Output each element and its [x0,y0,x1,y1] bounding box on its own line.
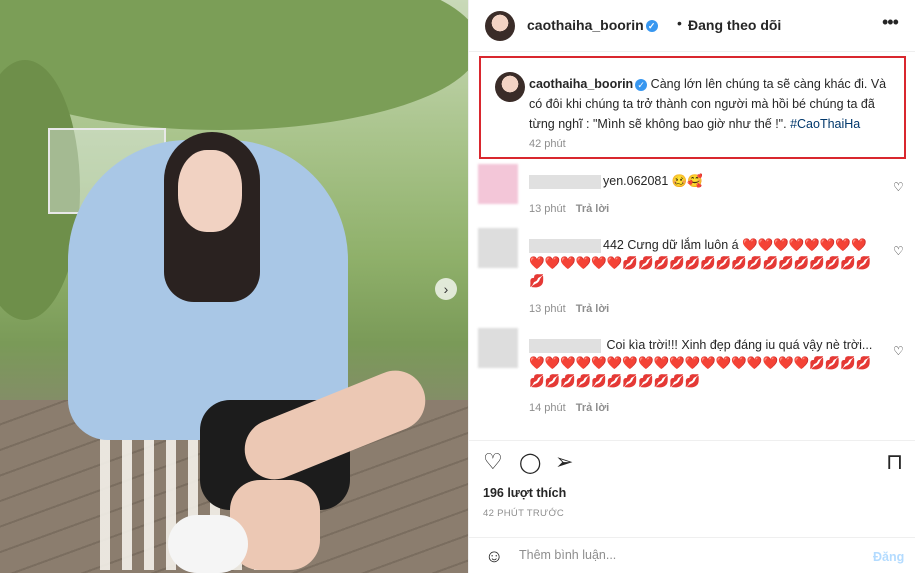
commenter-avatar[interactable] [478,228,518,268]
comment-meta: 14 phút Trả lời [529,402,609,414]
posted-time: 42 PHÚT TRƯỚC [483,508,565,519]
caption-avatar[interactable] [495,72,525,102]
following-button[interactable]: Đang theo dõi [688,17,781,33]
caption-username[interactable]: caothaiha_boorin [529,77,633,91]
comment-text: Coi kìa trời!!! Xinh đẹp đáng iu quá vậy… [529,336,879,390]
reply-button[interactable]: Trả lời [576,303,610,315]
post-side-panel: caothaiha_boorin ✓ • Đang theo dõi ••• ca… [468,0,915,573]
caption-highlight: caothaiha_boorin ✓ Càng lớn lên chúng ta … [479,56,906,159]
post-comment-button[interactable]: Đăng [873,550,904,564]
like-comment-heart-icon[interactable]: ♡ [893,244,904,258]
author-username[interactable]: caothaiha_boorin ✓ [527,17,658,33]
tree-foliage [0,0,468,130]
comment-time: 14 phút [529,402,566,414]
commenter-avatar[interactable] [478,164,518,204]
white-shoe [168,515,248,573]
like-count[interactable]: 196 lượt thích [483,486,566,500]
commenter-username[interactable]: yen.062081 [603,174,668,188]
comment-time: 13 phút [529,303,566,315]
comment-bubble-icon[interactable]: ◯ [519,450,541,475]
emoji-smiley-icon[interactable]: ☺ [485,546,503,567]
reply-button[interactable]: Trả lời [576,203,610,215]
comment-time: 13 phút [529,203,566,215]
post-header: caothaiha_boorin ✓ • Đang theo dõi ••• [469,0,915,52]
author-avatar[interactable] [485,11,515,41]
like-heart-icon[interactable]: ♡ [483,449,503,475]
separator-dot: • [677,15,682,31]
comment-meta: 13 phút Trả lời [529,203,609,215]
add-comment-bar: ☺ Đăng [469,537,915,573]
comment-text: yen.062081 🥴🥰 [529,172,879,190]
comment-text: 442 Cưng dữ lắm luôn á ❤️❤️❤️❤️❤️❤️❤️❤️❤… [529,236,879,290]
comment-input[interactable] [519,548,819,562]
comment-meta: 13 phút Trả lời [529,303,609,315]
caption-time: 42 phút [529,138,566,150]
more-options-icon[interactable]: ••• [882,12,899,33]
verified-badge-icon: ✓ [645,20,658,33]
next-photo-chevron-icon[interactable]: › [435,278,457,300]
post-photo: › [0,0,468,573]
save-bookmark-icon[interactable]: ⊓ [886,449,903,475]
post-actions-bar: ♡ ◯ ➢ ⊓ [469,440,915,480]
commenter-username-blurred[interactable] [529,338,601,353]
commenter-username-blurred[interactable] [529,174,601,189]
like-comment-heart-icon[interactable]: ♡ [893,180,904,194]
hashtag-link[interactable]: #CaoThaiHa [790,117,860,131]
reply-button[interactable]: Trả lời [576,402,610,414]
share-paper-plane-icon[interactable]: ➢ [555,449,573,475]
commenter-avatar[interactable] [478,328,518,368]
commenter-username-blurred[interactable] [529,238,601,253]
like-comment-heart-icon[interactable]: ♡ [893,344,904,358]
face [178,150,242,232]
verified-badge-icon: ✓ [635,78,648,91]
comment-body: 🥴🥰 [671,174,703,188]
caption-text: caothaiha_boorin ✓ Càng lớn lên chúng ta … [529,74,901,134]
commenter-username[interactable]: 442 [603,238,624,252]
